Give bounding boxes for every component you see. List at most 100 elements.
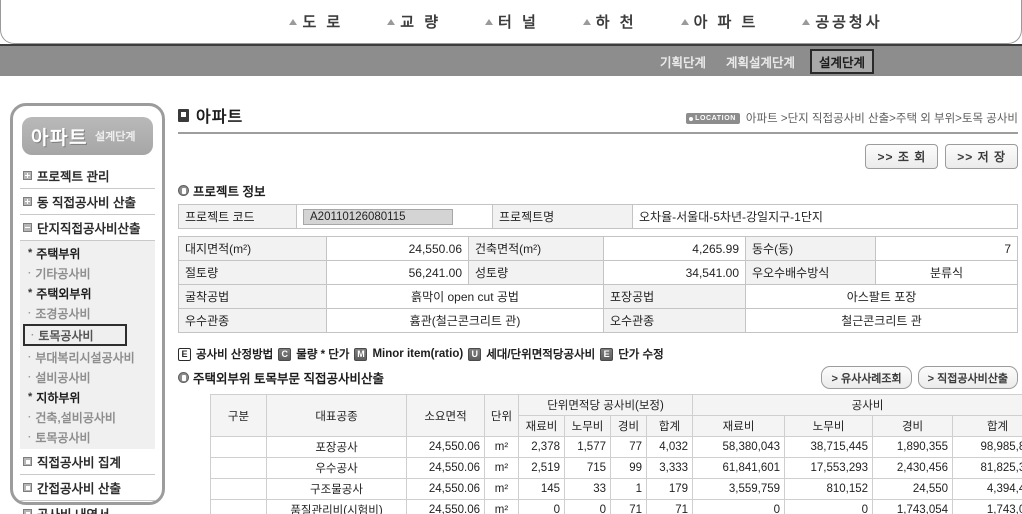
header-unit-expense: 경비 [610,415,647,437]
topnav-item-road[interactable]: 도 로 [289,11,343,32]
square-icon [23,457,32,466]
topnav-item-public-office[interactable]: 공공청사 [802,11,882,32]
sidebar-subitem-underground-civil-cost[interactable]: · 토목공사비 [20,427,155,447]
header-unit-area-cost-group: 단위면적당 공사비(보정) [517,394,694,416]
cut-volume-value: 56,241.00 [326,260,469,285]
sidebar-subitem-label: 조경공사비 [35,306,91,321]
sidebar-subitem-welfare-facility-cost[interactable]: · 부대복리시설공사비 [20,347,155,367]
sidebar-subitem-landscape-cost[interactable]: · 조경공사비 [20,303,155,323]
topnav-label: 공공청사 [815,14,883,31]
building-area-label: 건축면적(m²) [468,236,604,261]
legend-title: 공사비 산정방법 [196,349,274,361]
cell-unit-total: 71 [645,499,694,514]
topnav-item-apartment[interactable]: 아 파 트 [680,11,759,32]
cost-section-title: 주택외부위 토목부문 직접공사비산출 [193,372,384,386]
building-area-value: 4,265.99 [603,236,746,261]
table-row[interactable]: 품질관리비(시험비) 24,550.06 m² 0 0 71 71 0 0 1,… [210,499,1022,514]
topnav-item-bridge[interactable]: 교 량 [387,11,441,32]
table-row[interactable]: 구조물공사 24,550.06 m² 145 33 1 179 3,559,75… [210,478,1022,500]
table-row[interactable]: 우수공사 24,550.06 m² 2,519 715 99 3,333 61,… [210,457,1022,479]
cost-section-header-row: 주택외부위 토목부문 직접공사비산출 > 유사사례조회 > 직접공사비산출 [178,366,1018,389]
project-code-value[interactable]: A20110126080115 [303,208,453,225]
cell-division [210,499,267,514]
cell-expense: 1,890,355 [872,436,954,458]
stage-tab-schematic-design[interactable]: 계획설계단계 [721,50,800,73]
header-total-cost-group: 공사비 [692,394,1022,416]
cell-work-type: 구조물공사 [266,478,407,500]
cell-unit: m² [484,436,519,458]
paving-method-value: 아스팔트 포장 [745,284,1018,309]
table-row[interactable]: 포장공사 24,550.06 m² 2,378 1,577 77 4,032 5… [210,436,1022,458]
project-code-cell: A20110126080115 [296,204,493,229]
site-area-label: 대지면적(m²) [178,236,327,261]
legend-entry-label: Minor item(ratio) [372,348,464,360]
sidebar-subitem-civil-cost-selected[interactable]: · 토목공사비 [23,324,127,346]
header-work-type: 대표공종 [266,394,407,437]
sidebar-item-project-management[interactable]: 프로젝트 관리 [20,163,155,189]
header-labor: 노무비 [784,415,874,437]
sidebar-submenu: * 주택부위 · 기타공사비 * 주택외부위 · 조경공사비 · 토목공사비 ·… [20,241,155,449]
cell-labor: 17,553,293 [784,457,874,479]
cell-work-type: 품질관리비(시험비) [266,499,407,514]
action-row: >> 조 회 >> 저 장 [178,144,1018,169]
project-code-label: 프로젝트 코드 [178,204,297,229]
sidebar-item-label: 간접공사비 산출 [37,482,121,496]
unit-area-cost-badge-icon: U [468,347,482,361]
page-title: 아파트 [196,109,244,126]
cell-area: 24,550.06 [406,499,485,514]
similar-case-search-button[interactable]: > 유사사례조회 [821,366,912,389]
stage-tab-planning[interactable]: 기획단계 [655,50,711,73]
direct-cost-table: 구분 대표공종 소요면적 단위 단위면적당 공사비(보정) 공사비 비고 재료비… [210,394,1022,514]
sewage-pipe-value: 철근콘크리트 관 [745,308,1018,333]
sidebar-subitem-equipment-cost[interactable]: · 설비공사비 [20,367,155,387]
calculation-method-icon: E [178,347,191,361]
edit-price-badge-icon: E [600,347,614,361]
sidebar-item-direct-cost-summary[interactable]: 직접공사비 집계 [20,449,155,475]
cell-unit: m² [484,478,519,500]
cell-total: 4,394,461 [952,478,1022,500]
application-root: 도 로 교 량 터 널 하 천 아 파 트 공공청사 기획단계 계획설계단계 설… [0,0,1022,514]
cell-area: 24,550.06 [406,436,485,458]
cell-labor: 38,715,445 [784,436,874,458]
triangle-icon [680,18,689,25]
header-division: 구분 [210,394,267,437]
star-bullet-icon: * [28,247,33,259]
collapse-minus-icon[interactable] [23,223,32,232]
dot-bullet-icon: · [31,329,35,341]
cell-unit-labor: 0 [564,499,611,514]
cell-division [210,478,267,500]
cell-area: 24,550.06 [406,478,485,500]
sidebar-subitem-housing-area[interactable]: * 주택부위 [20,243,155,263]
expand-plus-icon[interactable] [23,197,32,206]
search-button[interactable]: >> 조 회 [865,144,939,169]
header-unit-labor: 노무비 [564,415,611,437]
cell-material: 3,559,759 [692,478,786,500]
topnav-item-river[interactable]: 하 천 [582,11,637,32]
sidebar-subitem-etc-cost[interactable]: · 기타공사비 [20,263,155,283]
triangle-icon [289,18,298,25]
stage-tab-design[interactable]: 설계단계 [809,48,874,74]
sidebar-item-building-direct-cost[interactable]: 동 직접공사비 산출 [20,189,155,215]
triangle-icon [802,18,811,25]
triangle-icon [485,18,494,25]
save-button[interactable]: >> 저 장 [945,144,1018,169]
sidebar-item-complex-direct-cost[interactable]: 단지직접공사비산출 [20,215,155,241]
direct-cost-calculate-button[interactable]: > 직접공사비산출 [917,366,1018,389]
triangle-icon [582,18,591,25]
sidebar-item-cost-statement[interactable]: 공사비 내역서 [20,501,155,514]
sidebar-subitem-arch-equipment-cost[interactable]: · 건축,설비공사비 [20,407,155,427]
project-name-label: 프로젝트명 [492,204,633,229]
topnav-item-tunnel[interactable]: 터 널 [485,11,539,32]
location-badge: LOCATION [686,112,740,124]
top-navigation: 도 로 교 량 터 널 하 천 아 파 트 공공청사 [0,0,1022,44]
section-title: 프로젝트 정보 [193,185,266,199]
cell-unit-labor: 715 [564,457,611,479]
sidebar-subitem-non-housing-area[interactable]: * 주택외부위 [20,283,155,303]
cell-unit-expense: 77 [610,436,647,458]
sidebar-subitem-label: 주택부위 [36,246,81,261]
sidebar-item-indirect-cost[interactable]: 간접공사비 산출 [20,475,155,501]
expand-plus-icon[interactable] [23,171,32,180]
table-row: 굴착공법 흙막이 open cut 공법 포장공법 아스팔트 포장 [178,284,1018,309]
sidebar-logo-title: 아파트 [31,127,88,149]
sidebar-subitem-underground-area[interactable]: * 지하부위 [20,387,155,407]
